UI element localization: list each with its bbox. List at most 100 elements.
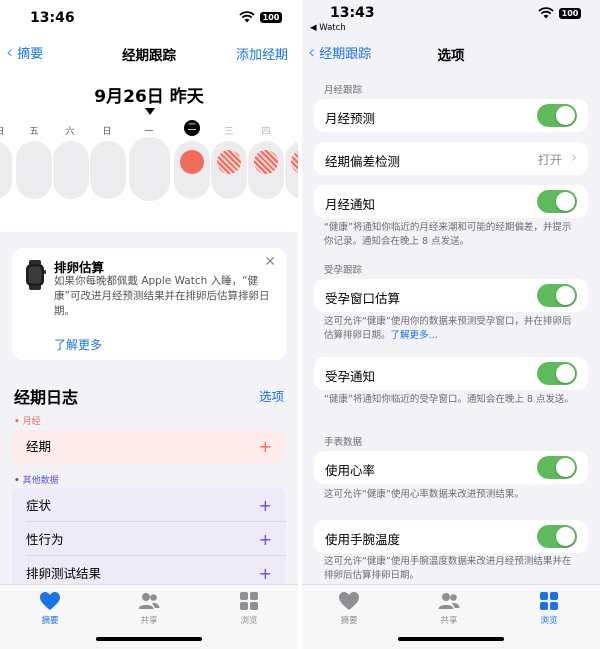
row-label: 性行为 — [26, 532, 64, 547]
home-indicator — [398, 637, 504, 641]
calendar-day[interactable] — [90, 141, 126, 199]
chevron-left-icon: ‹ — [6, 41, 14, 63]
tab-browse[interactable]: 浏览 — [514, 591, 584, 626]
return-to-watch-link[interactable]: ◀ Watch — [310, 23, 346, 33]
nav-bar: ‹ 摘要 经期跟踪 添加经期 — [0, 36, 298, 70]
period-prediction-row: 月经预测 — [314, 99, 588, 132]
section-header-period: 月经跟踪 — [324, 85, 363, 96]
weekday-label: 六 — [65, 127, 75, 137]
learn-more-link[interactable]: 了解更多 — [54, 336, 102, 353]
add-icon[interactable]: + — [259, 523, 272, 556]
row-label: 使用手腕温度 — [325, 532, 401, 547]
cycle-tracking-screen: 13:46 100 ‹ 摘要 经期跟踪 添加经期 9月26日 昨天 日 五 六 … — [0, 0, 298, 649]
row-value: 打开 — [537, 153, 562, 167]
battery-icon: 100 — [559, 8, 581, 19]
back-label: 经期跟踪 — [319, 47, 372, 62]
row-label: 月经通知 — [325, 197, 376, 212]
heart-rate-row: 使用心率 — [314, 451, 588, 484]
chevron-right-icon: › — [571, 148, 577, 166]
heart-icon — [40, 592, 60, 610]
fertility-notification-toggle[interactable] — [537, 362, 577, 385]
row-label: 经期 — [26, 439, 52, 454]
calendar-day[interactable] — [0, 141, 12, 199]
tab-bar: 摘要 共享 浏览 — [302, 584, 600, 649]
tab-browse[interactable]: 浏览 — [214, 591, 284, 626]
weekday-label: 日 — [0, 124, 10, 137]
calendar-day[interactable] — [53, 141, 89, 199]
wrist-temperature-footnote: 这可允许“健康”使用手腕温度数据来改进月经预测结果并在排卵后估算排卵日期。 — [324, 556, 572, 581]
add-period-button[interactable]: 添加经期 — [236, 44, 288, 63]
row-label: 经期偏差检测 — [325, 154, 401, 169]
ovulation-estimate-card: 排卵估算 ✕ 如果你每晚都佩戴 Apple Watch 入睡，“健康”可改进月经… — [12, 248, 286, 360]
battery-icon: 100 — [260, 12, 282, 23]
status-time: 13:43 — [330, 5, 375, 21]
bullet-icon: • — [14, 417, 20, 427]
status-bar: 13:43 ◀ Watch 100 — [302, 0, 600, 34]
status-bar: 13:46 100 — [0, 0, 298, 34]
wifi-icon — [538, 7, 554, 19]
toggle-knob — [556, 527, 575, 546]
wrist-temperature-toggle[interactable] — [537, 525, 577, 548]
calendar-day[interactable] — [16, 141, 52, 199]
row-label: 排卵测试结果 — [26, 566, 102, 581]
period-day-marker — [180, 150, 204, 174]
tab-sharing[interactable]: 共享 — [114, 591, 184, 626]
weekday-today[interactable]: 二 — [184, 120, 200, 136]
cycle-deviation-row[interactable]: 经期偏差检测 打开 › — [314, 142, 588, 175]
chevron-left-icon: ‹ — [308, 41, 316, 63]
row-label: 使用心率 — [325, 463, 376, 478]
toggle-knob — [556, 106, 575, 125]
card-description: 如果你每晚都佩戴 Apple Watch 入睡，“健康”可改进月经预测结果并在排… — [54, 275, 270, 317]
fertile-window-footnote: 这可允许“健康”使用你的数据来预测受孕窗口，并在排卵后估算排卵日期。了解更多… — [324, 316, 572, 341]
nav-bar: ‹ 经期跟踪 选项 — [302, 36, 600, 70]
date-pointer-icon — [145, 108, 155, 115]
add-icon[interactable]: + — [259, 430, 272, 463]
options-link[interactable]: 选项 — [259, 386, 284, 405]
row-label: 症状 — [26, 498, 52, 513]
fertile-window-row: 受孕窗口估算 — [314, 279, 588, 312]
row-label: 受孕窗口估算 — [325, 291, 401, 306]
period-notification-footnote: “健康”将通知你临近的月经来潮和可能的经期偏差，并提示你记录。通知会在晚上 8 … — [324, 222, 572, 247]
section-header-watch: 手表数据 — [324, 437, 363, 448]
fertile-window-toggle[interactable] — [537, 284, 577, 307]
grid-icon — [240, 592, 258, 610]
fertility-notification-row: 受孕通知 — [314, 357, 588, 390]
row-divider — [26, 555, 286, 556]
status-time: 13:46 — [30, 10, 75, 26]
cycle-options-screen: 13:43 ◀ Watch 100 ‹ 经期跟踪 选项 月经跟踪 月经预测 经期… — [302, 0, 600, 649]
toggle-knob — [556, 458, 575, 477]
period-notification-toggle[interactable] — [537, 190, 577, 213]
log-period-row[interactable]: 经期 + — [12, 430, 286, 463]
tab-sharing[interactable]: 共享 — [414, 591, 484, 626]
apple-watch-icon — [26, 260, 46, 290]
tab-bar: 摘要 共享 浏览 — [0, 584, 298, 649]
people-icon — [438, 593, 460, 609]
log-symptoms-row[interactable]: 症状 + — [12, 489, 286, 522]
close-icon[interactable]: ✕ — [264, 254, 276, 270]
toggle-knob — [556, 364, 575, 383]
weekday-label: 日 — [102, 127, 112, 137]
heart-rate-footnote: 这可允许“健康”使用心率数据来改进预测结果。 — [324, 489, 524, 500]
add-icon[interactable]: + — [259, 489, 272, 522]
toggle-knob — [556, 192, 575, 211]
learn-more-link[interactable]: 了解更多… — [391, 330, 439, 341]
log-sexual-activity-row[interactable]: 性行为 + — [12, 523, 286, 556]
tab-summary[interactable]: 摘要 — [314, 591, 384, 626]
weekday-label: 五 — [29, 127, 39, 137]
toggle-knob — [556, 286, 575, 305]
wrist-temperature-row: 使用手腕温度 — [314, 520, 588, 553]
tab-summary[interactable]: 摘要 — [15, 591, 85, 626]
wifi-icon — [239, 11, 255, 23]
calendar-day-selected[interactable] — [129, 137, 170, 201]
back-button[interactable]: ‹ 摘要 — [6, 43, 43, 62]
weekday-label: 四 — [261, 127, 271, 137]
period-prediction-toggle[interactable] — [537, 104, 577, 127]
grid-icon — [540, 592, 558, 610]
period-section-label: • 月经 — [14, 417, 41, 427]
heart-rate-toggle[interactable] — [537, 456, 577, 479]
row-label: 月经预测 — [325, 111, 376, 126]
row-divider — [26, 521, 286, 522]
selected-date: 9月26日 昨天 — [94, 87, 204, 107]
heart-icon — [339, 592, 359, 610]
back-button[interactable]: ‹ 经期跟踪 — [308, 43, 371, 62]
